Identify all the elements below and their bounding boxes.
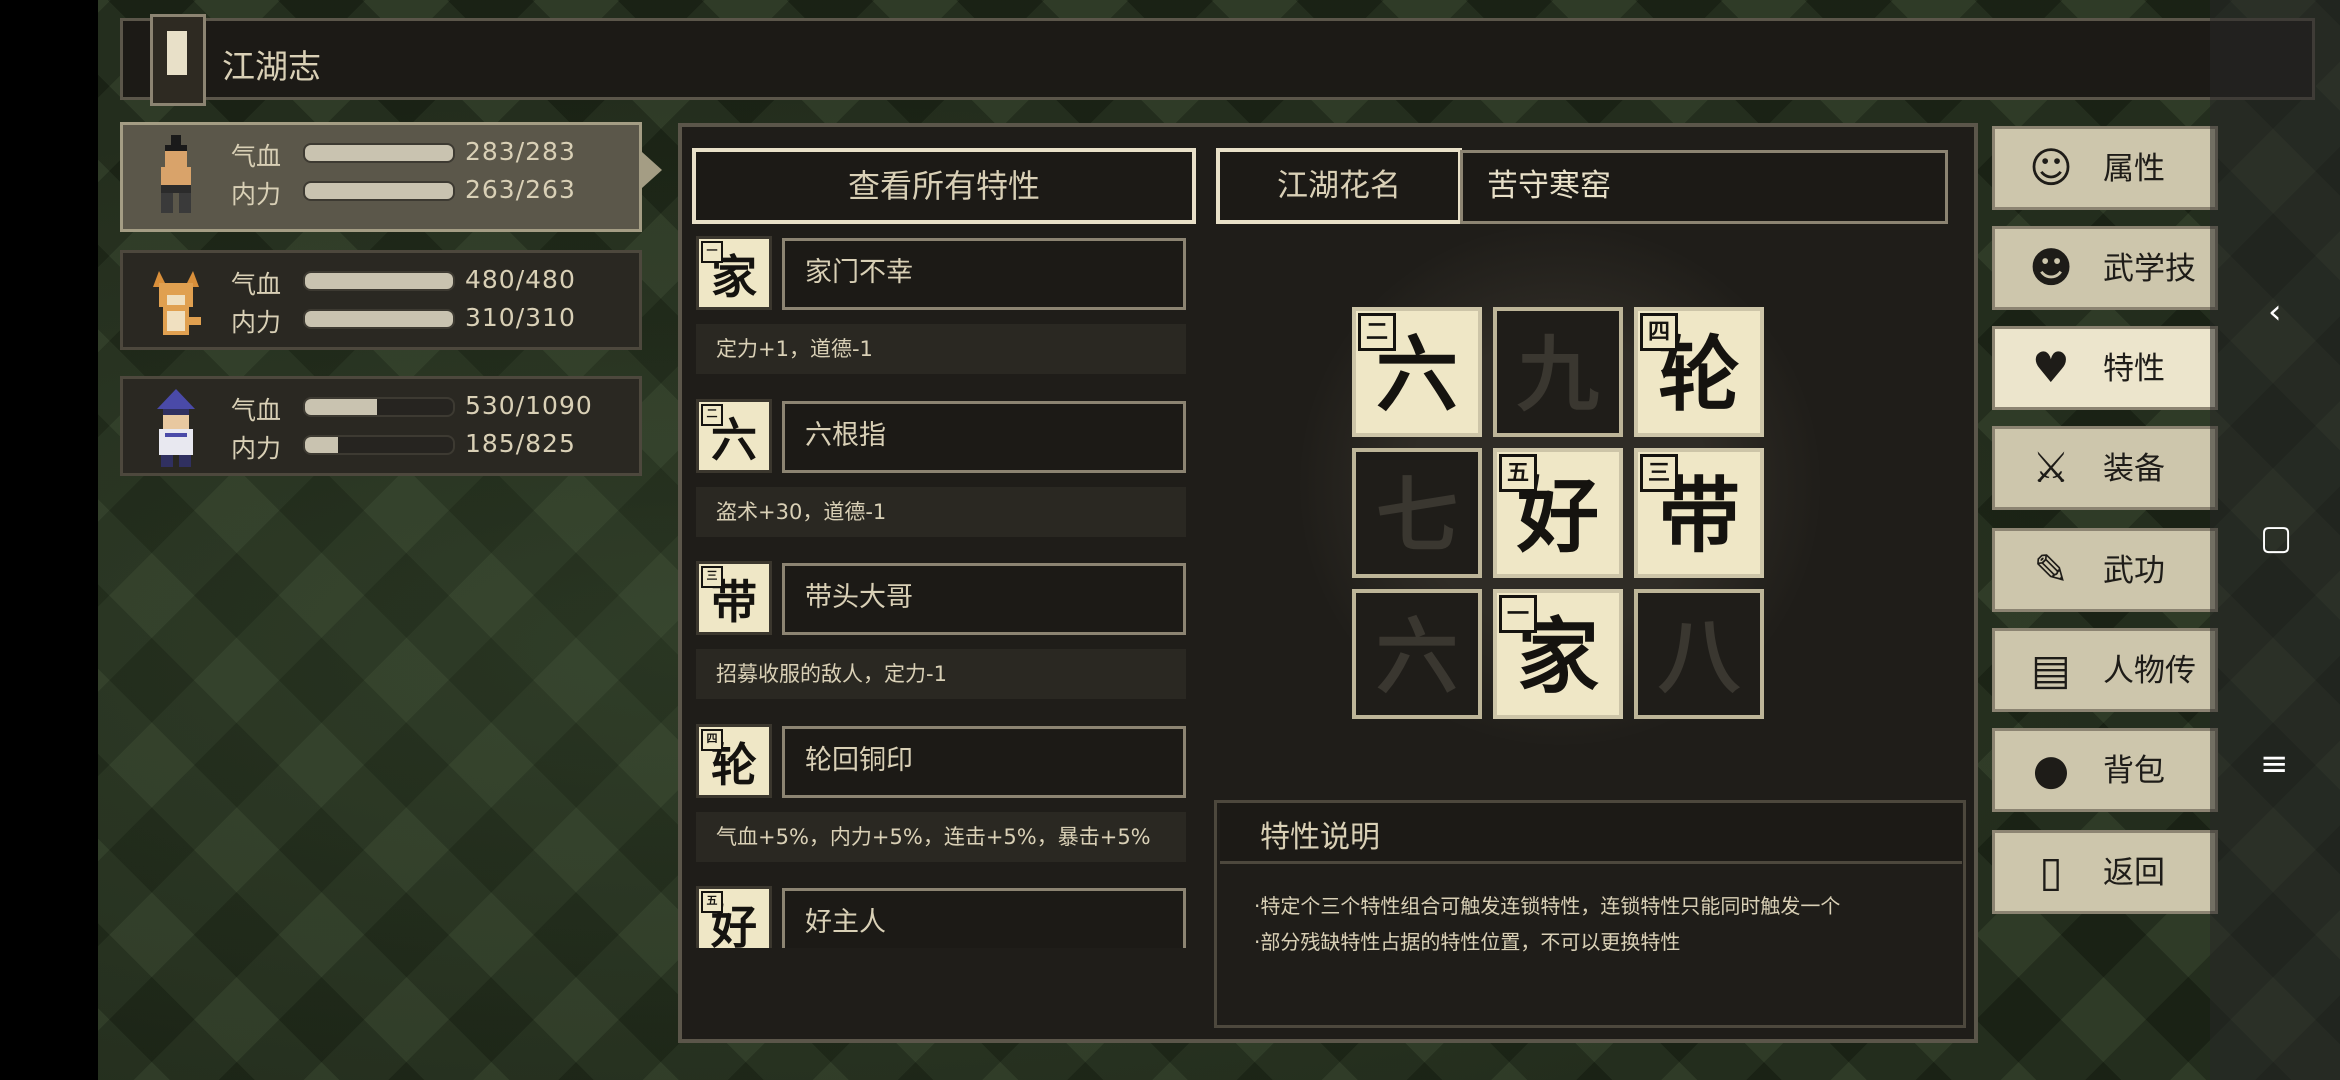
book-icon: ▤ bbox=[2031, 645, 2071, 694]
trait-slot[interactable]: 八 bbox=[1634, 589, 1764, 719]
back-nav-icon[interactable]: ‹ bbox=[2268, 292, 2282, 332]
recents-nav-icon[interactable]: ≡ bbox=[2260, 744, 2289, 784]
trait-description: 定力+1，道德-1 bbox=[696, 324, 1186, 374]
nickname-value: 苦守寒窑 bbox=[1460, 150, 1948, 224]
trait-slot[interactable]: 七 bbox=[1352, 448, 1482, 578]
screen-edge bbox=[0, 0, 98, 1080]
mp-value: 185/825 bbox=[465, 429, 576, 458]
description-line: ·部分残缺特性占据的特性位置，不可以更换特性 bbox=[1254, 930, 1681, 954]
trait-item[interactable]: 一家 家门不幸 定力+1，道德-1 bbox=[692, 232, 1192, 394]
home-nav-icon[interactable]: ▢ bbox=[2260, 518, 2292, 558]
door-icon: ▯ bbox=[2039, 847, 2063, 896]
trait-tile-number: 一 bbox=[701, 241, 723, 263]
mp-label: 内力 bbox=[231, 308, 282, 337]
selection-arrow-icon bbox=[642, 152, 662, 188]
trait-slot[interactable]: 五好 bbox=[1493, 448, 1623, 578]
trait-name: 好主人 bbox=[782, 888, 1186, 948]
party-member-2[interactable]: 气血 480/480 内力 310/310 bbox=[120, 250, 642, 350]
view-all-traits-button[interactable]: 查看所有特性 bbox=[692, 148, 1196, 224]
header-bar bbox=[120, 18, 2315, 100]
mp-label: 内力 bbox=[231, 434, 282, 463]
menu-martial-techniques[interactable]: ☻武学技法 bbox=[1992, 226, 2218, 367]
trait-list[interactable]: 一家 家门不幸 定力+1，道德-1 二六 六根指 盗术+30，道德-1 三带 带… bbox=[692, 232, 1192, 948]
trait-item[interactable]: 三带 带头大哥 招募收服的敌人，定力-1 bbox=[692, 557, 1192, 719]
description-title: 特性说明 bbox=[1260, 820, 1380, 855]
trait-name: 轮回铜印 bbox=[782, 726, 1186, 798]
trait-item[interactable]: 四轮 轮回铜印 气血+5%，内力+5%，连击+5%，暴击+5% bbox=[692, 720, 1192, 882]
trait-slot[interactable]: 九 bbox=[1493, 307, 1623, 437]
hero-portrait-icon bbox=[161, 135, 191, 213]
trait-tile: 一家 bbox=[696, 236, 772, 310]
mp-bar bbox=[303, 309, 455, 329]
trait-slot[interactable]: 六 bbox=[1352, 589, 1482, 719]
journal-book-icon bbox=[150, 14, 206, 106]
trait-tile: 五好 bbox=[696, 886, 772, 948]
person-icon: ☺ bbox=[2029, 143, 2073, 192]
party-member-1[interactable]: 气血 283/283 内力 263/263 bbox=[120, 122, 642, 232]
mage-portrait-icon bbox=[157, 389, 195, 467]
trait-slot[interactable]: 四轮 bbox=[1634, 307, 1764, 437]
trait-slot[interactable]: 三带 bbox=[1634, 448, 1764, 578]
menu-biography[interactable]: ▤人物传记 bbox=[1992, 628, 2218, 769]
trait-description: 气血+5%，内力+5%，连击+5%，暴击+5% bbox=[696, 812, 1186, 862]
idea-person-icon: ☻ bbox=[2029, 243, 2073, 292]
bag-icon: ● bbox=[2032, 745, 2070, 794]
hp-bar bbox=[303, 397, 455, 417]
trait-tile: 四轮 bbox=[696, 724, 772, 798]
trait-slot[interactable]: 二六 bbox=[1352, 307, 1482, 437]
hp-label: 气血 bbox=[231, 396, 282, 425]
page-title: 江湖志 bbox=[222, 47, 321, 86]
menu-equipment[interactable]: ⚔ 装备 bbox=[1992, 426, 2218, 510]
trait-item[interactable]: 二六 六根指 盗术+30，道德-1 bbox=[692, 395, 1192, 557]
trait-name: 带头大哥 bbox=[782, 563, 1186, 635]
hp-label: 气血 bbox=[231, 270, 282, 299]
nickname-label: 江湖花名 bbox=[1216, 148, 1462, 224]
mp-bar bbox=[303, 435, 455, 455]
trait-description: 盗术+30，道德-1 bbox=[696, 487, 1186, 537]
trait-item[interactable]: 五好 好主人 bbox=[692, 882, 1192, 948]
hp-label: 气血 bbox=[231, 142, 282, 171]
fox-portrait-icon bbox=[153, 271, 201, 335]
hp-bar bbox=[303, 271, 455, 291]
trait-name: 六根指 bbox=[782, 401, 1186, 473]
hp-value: 480/480 bbox=[465, 265, 576, 294]
hp-value: 283/283 bbox=[465, 137, 576, 166]
trait-tile: 二六 bbox=[696, 399, 772, 473]
mp-label: 内力 bbox=[231, 180, 282, 209]
menu-martial-arts[interactable]: ✎ 武功 bbox=[1992, 528, 2218, 612]
menu-bag[interactable]: ● 背包 bbox=[1992, 728, 2218, 812]
menu-attributes[interactable]: ☺ 属性 bbox=[1992, 126, 2218, 210]
trait-tile-number: 二 bbox=[701, 404, 723, 426]
trait-tile-number: 四 bbox=[701, 729, 723, 751]
menu-traits[interactable]: ♥ 特性 bbox=[1992, 326, 2218, 410]
description-line: ·特定个三个特性组合可触发连锁特性，连锁特性只能同时触发一个 bbox=[1254, 894, 1841, 918]
mp-value: 310/310 bbox=[465, 303, 576, 332]
menu-return[interactable]: ▯ 返回 bbox=[1992, 830, 2218, 914]
trait-name: 家门不幸 bbox=[782, 238, 1186, 310]
scroll-icon: ✎ bbox=[2033, 545, 2069, 594]
heart-person-icon: ♥ bbox=[2032, 343, 2070, 392]
hp-bar bbox=[303, 143, 455, 163]
mp-bar bbox=[303, 181, 455, 201]
trait-tile-number: 五 bbox=[701, 891, 723, 913]
hp-value: 530/1090 bbox=[465, 391, 593, 420]
sword-icon: ⚔ bbox=[2032, 443, 2070, 492]
mp-value: 263/263 bbox=[465, 175, 576, 204]
trait-slot[interactable]: 一家 bbox=[1493, 589, 1623, 719]
trait-description: 招募收服的敌人，定力-1 bbox=[696, 649, 1186, 699]
trait-tile: 三带 bbox=[696, 561, 772, 635]
party-member-3[interactable]: 气血 530/1090 内力 185/825 bbox=[120, 376, 642, 476]
trait-tile-number: 三 bbox=[701, 566, 723, 588]
